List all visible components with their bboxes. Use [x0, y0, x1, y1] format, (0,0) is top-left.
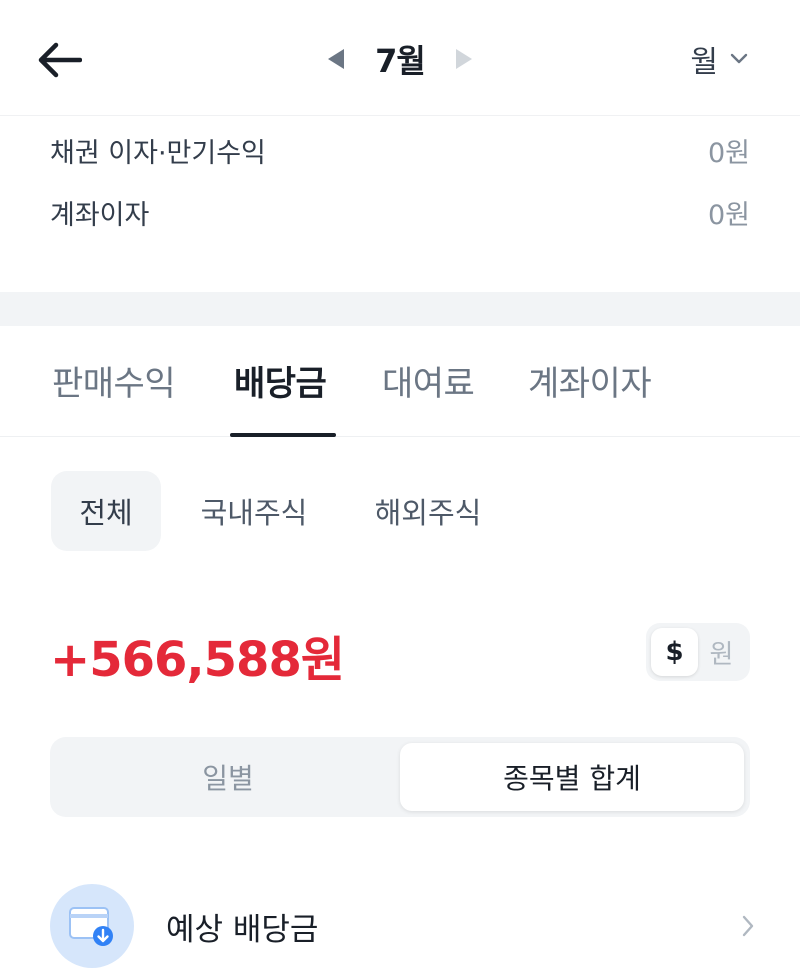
dividend-screen: 7월 월 채권 이자·만기수익 0원 계좌이자 0원 판매수익 배당금 대여료 … — [0, 0, 800, 972]
chevron-down-icon — [730, 53, 748, 64]
tab-lending-fee[interactable]: 대여료 — [382, 356, 475, 405]
month-navigator: 7월 — [322, 36, 478, 82]
chevron-right-icon — [736, 914, 760, 938]
currency-toggle: $ 원 — [646, 623, 750, 681]
segment-by-stock-total[interactable]: 종목별 합계 — [400, 743, 744, 811]
top-bar: 7월 월 — [0, 0, 800, 116]
next-month-button[interactable] — [450, 36, 478, 82]
currency-usd-option[interactable]: $ — [651, 628, 698, 676]
triangle-left-icon — [328, 49, 344, 69]
summary-row-bond-interest: 채권 이자·만기수익 0원 — [50, 130, 750, 170]
active-tab-indicator — [230, 433, 336, 437]
summary-label: 계좌이자 — [50, 199, 150, 231]
tab-sales-profit[interactable]: 판매수익 — [52, 356, 176, 405]
current-month: 7월 — [375, 42, 426, 80]
section-divider — [0, 292, 800, 326]
currency-krw-option[interactable]: 원 — [698, 628, 745, 676]
period-label: 월 — [690, 45, 718, 80]
summary-label: 채권 이자·만기수익 — [50, 137, 266, 169]
filter-all[interactable]: 전체 — [51, 471, 161, 551]
summary-value: 0원 — [707, 199, 750, 231]
total-dividend-amount: +566,588원 — [50, 632, 345, 688]
summary-row-account-interest: 계좌이자 0원 — [50, 192, 750, 232]
previous-month-button[interactable] — [322, 36, 350, 82]
arrow-left-icon — [38, 42, 82, 78]
tab-dividend[interactable]: 배당금 — [234, 356, 327, 405]
expected-dividend-row[interactable]: 예상 배당금 — [50, 880, 760, 972]
period-dropdown[interactable]: 월 — [690, 38, 748, 80]
filter-overseas-stocks[interactable]: 해외주식 — [358, 471, 498, 551]
filter-domestic-stocks[interactable]: 국내주식 — [184, 471, 324, 551]
card-download-icon — [50, 884, 134, 968]
back-button[interactable] — [36, 38, 84, 82]
income-type-tabs: 판매수익 배당금 대여료 계좌이자 — [0, 326, 800, 437]
view-mode-segmented-control: 일별 종목별 합계 — [50, 737, 750, 817]
summary-value: 0원 — [707, 137, 750, 169]
segment-daily[interactable]: 일별 — [56, 743, 400, 811]
expected-dividend-label: 예상 배당금 — [166, 911, 319, 948]
tab-account-interest[interactable]: 계좌이자 — [528, 356, 652, 405]
triangle-right-icon — [456, 49, 472, 69]
